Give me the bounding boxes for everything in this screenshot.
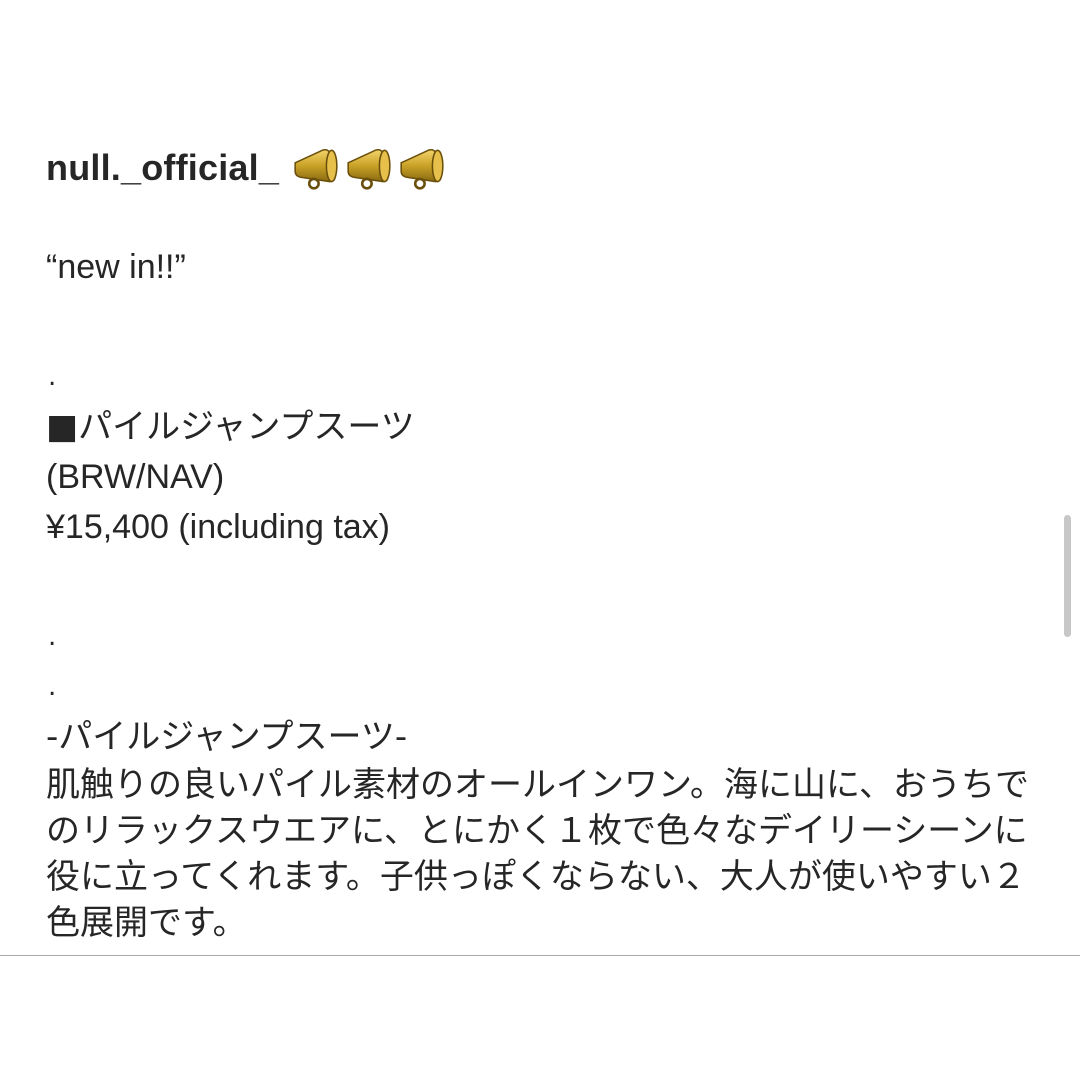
section-title: -パイルジャンプスーツ- [46,717,408,757]
username-link[interactable]: null._official_ [46,147,279,189]
headline-text: “new in!!” [46,248,186,286]
separator-dot: . [48,672,57,702]
product-name-line: ■パイルジャンプスーツ [46,407,415,447]
product-colors: (BRW/NAV) [46,458,225,496]
megaphone-icon [293,148,339,190]
product-description: 肌触りの良いパイル素材のオールインワン。海に山に、おうちでのリラックスウエアに、… [46,765,1029,943]
megaphone-icon [399,148,445,190]
megaphone-icon [346,148,392,190]
divider [0,955,1080,956]
product-price: ¥15,400 (including tax) [46,508,391,546]
separator-dot: . [48,362,57,392]
megaphone-emoji-group [291,146,450,190]
post-caption: null._official_ “new in!!” . ■パイルジャンプスーツ… [46,140,1046,946]
scrollbar-thumb[interactable] [1064,515,1071,637]
caption-header: null._official_ [46,140,1046,196]
separator-dot: . [48,622,57,652]
